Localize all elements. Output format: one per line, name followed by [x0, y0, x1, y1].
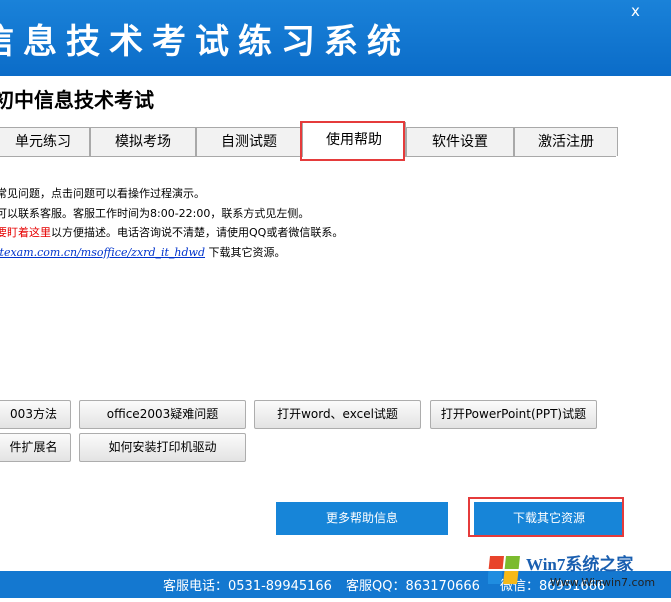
- watermark-url: Www.Winwin7.com: [550, 576, 656, 589]
- faq-button-office2003[interactable]: office2003疑难问题: [79, 400, 246, 429]
- more-help-button[interactable]: 更多帮助信息: [276, 502, 448, 535]
- page-subtitle: 初中信息技术考试: [0, 88, 154, 112]
- help-link-suffix: 下载其它资源。: [205, 246, 286, 259]
- tab-self-test[interactable]: 自测试题: [196, 127, 302, 156]
- tab-software-settings[interactable]: 软件设置: [406, 127, 514, 156]
- download-resources-button[interactable]: 下载其它资源: [474, 502, 624, 535]
- tab-activation[interactable]: 激活注册: [514, 127, 618, 156]
- tab-usage-help[interactable]: 使用帮助: [302, 122, 406, 157]
- faq-button-open-word-excel[interactable]: 打开word、excel试题: [254, 400, 421, 429]
- help-line-1: 常见问题，点击问题可以看操作过程演示。: [0, 187, 205, 200]
- faq-button-2003-method[interactable]: 003方法: [0, 400, 71, 429]
- watermark-brand: Win7系统之家: [526, 555, 634, 574]
- help-line-3: 要盯着这里以方便描述。电话咨询说不清楚，请使用QQ或者微信联系。: [0, 224, 343, 240]
- footer-qq: 客服QQ：863170666: [346, 579, 480, 594]
- tab-unit-practice[interactable]: 单元练习: [0, 127, 90, 156]
- close-icon[interactable]: x: [631, 2, 640, 20]
- title-banner: 信息技术考试练习系统 x: [0, 0, 671, 76]
- help-line-2: 可以联系客服。客服工作时间为8:00-22:00，联系方式见左侧。: [0, 207, 310, 220]
- watermark-logo: Win7系统之家 Www.Winwin7.com: [487, 544, 671, 598]
- faq-button-file-extension[interactable]: 件扩展名: [0, 433, 71, 462]
- help-link[interactable]: itexam.com.cn/msoffice/zxrd_it_hdwd: [0, 246, 205, 259]
- faq-button-install-printer[interactable]: 如何安装打印机驱动: [79, 433, 246, 462]
- faq-button-open-ppt[interactable]: 打开PowerPoint(PPT)试题: [430, 400, 597, 429]
- footer-phone: 客服电话：0531-89945166: [163, 579, 332, 594]
- help-line-4: itexam.com.cn/msoffice/zxrd_it_hdwd 下载其它…: [0, 244, 286, 260]
- help-line-3-rest: 以方便描述。电话咨询说不清楚，请使用QQ或者微信联系。: [51, 226, 344, 239]
- help-warning-text: 要盯着这里: [0, 226, 51, 239]
- tab-mock-exam[interactable]: 模拟考场: [90, 127, 196, 156]
- app-title: 信息技术考试练习系统: [0, 22, 410, 62]
